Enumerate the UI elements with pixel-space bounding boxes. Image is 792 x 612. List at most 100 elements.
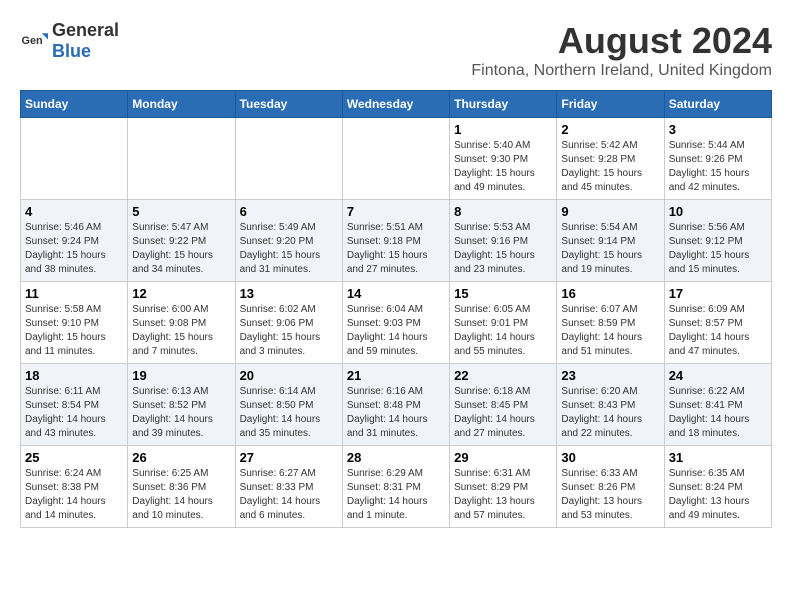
day-number: 20: [240, 368, 338, 383]
calendar-cell: 2 Sunrise: 5:42 AM Sunset: 9:28 PM Daylig…: [557, 118, 664, 200]
day-number: 13: [240, 286, 338, 301]
week-row-1: 1 Sunrise: 5:40 AM Sunset: 9:30 PM Daylig…: [21, 118, 772, 200]
day-info: Sunrise: 6:04 AM Sunset: 9:03 PM Dayligh…: [347, 303, 445, 359]
logo-blue: Blue: [52, 41, 91, 61]
day-info: Sunrise: 5:44 AM Sunset: 9:26 PM Dayligh…: [669, 139, 767, 195]
week-row-2: 4 Sunrise: 5:46 AM Sunset: 9:24 PM Daylig…: [21, 200, 772, 282]
calendar-cell: 22 Sunrise: 6:18 AM Sunset: 8:45 PM Dayli…: [450, 364, 557, 446]
calendar-cell: 24Sunrise: 6:22 AM Sunset: 8:41 PM Dayli…: [664, 364, 771, 446]
day-number: 19: [132, 368, 230, 383]
day-number: 12: [132, 286, 230, 301]
day-number: 27: [240, 450, 338, 465]
calendar-cell: 23 Sunrise: 6:20 AM Sunset: 8:43 PM Dayli…: [557, 364, 664, 446]
title-area: August 2024 Fintona, Northern Ireland, U…: [471, 20, 772, 80]
column-header-friday: Friday: [557, 91, 664, 118]
day-info: Sunrise: 6:18 AM Sunset: 8:45 PM Dayligh…: [454, 385, 552, 441]
calendar-cell: 6 Sunrise: 5:49 AM Sunset: 9:20 PM Daylig…: [235, 200, 342, 282]
day-info: Sunrise: 5:58 AM Sunset: 9:10 PM Dayligh…: [25, 303, 123, 359]
day-number: 16: [561, 286, 659, 301]
logo: Gen General Blue: [20, 20, 119, 62]
day-info: Sunrise: 6:11 AM Sunset: 8:54 PM Dayligh…: [25, 385, 123, 441]
main-title: August 2024: [471, 20, 772, 62]
day-number: 23: [561, 368, 659, 383]
day-info: Sunrise: 6:35 AM Sunset: 8:24 PM Dayligh…: [669, 467, 767, 523]
day-number: 28: [347, 450, 445, 465]
calendar-cell: 13 Sunrise: 6:02 AM Sunset: 9:06 PM Dayli…: [235, 282, 342, 364]
day-number: 31: [669, 450, 767, 465]
day-info: Sunrise: 5:47 AM Sunset: 9:22 PM Dayligh…: [132, 221, 230, 277]
day-number: 17: [669, 286, 767, 301]
day-info: Sunrise: 6:09 AM Sunset: 8:57 PM Dayligh…: [669, 303, 767, 359]
calendar-table: SundayMondayTuesdayWednesdayThursdayFrid…: [20, 90, 772, 528]
day-number: 5: [132, 204, 230, 219]
calendar-cell: 18 Sunrise: 6:11 AM Sunset: 8:54 PM Dayli…: [21, 364, 128, 446]
calendar-cell: [128, 118, 235, 200]
calendar-cell: 27Sunrise: 6:27 AM Sunset: 8:33 PM Dayli…: [235, 446, 342, 528]
day-number: 24: [669, 368, 767, 383]
day-info: Sunrise: 5:49 AM Sunset: 9:20 PM Dayligh…: [240, 221, 338, 277]
day-number: 2: [561, 122, 659, 137]
day-number: 10: [669, 204, 767, 219]
calendar-cell: 12Sunrise: 6:00 AM Sunset: 9:08 PM Dayli…: [128, 282, 235, 364]
day-number: 14: [347, 286, 445, 301]
calendar-cell: 10 Sunrise: 5:56 AM Sunset: 9:12 PM Dayli…: [664, 200, 771, 282]
day-number: 4: [25, 204, 123, 219]
day-number: 25: [25, 450, 123, 465]
day-number: 21: [347, 368, 445, 383]
day-number: 26: [132, 450, 230, 465]
day-info: Sunrise: 5:53 AM Sunset: 9:16 PM Dayligh…: [454, 221, 552, 277]
day-info: Sunrise: 5:54 AM Sunset: 9:14 PM Dayligh…: [561, 221, 659, 277]
day-number: 15: [454, 286, 552, 301]
day-info: Sunrise: 6:24 AM Sunset: 8:38 PM Dayligh…: [25, 467, 123, 523]
day-number: 22: [454, 368, 552, 383]
calendar-cell: 26 Sunrise: 6:25 AM Sunset: 8:36 PM Dayli…: [128, 446, 235, 528]
day-info: Sunrise: 6:02 AM Sunset: 9:06 PM Dayligh…: [240, 303, 338, 359]
calendar-cell: 3Sunrise: 5:44 AM Sunset: 9:26 PM Daylig…: [664, 118, 771, 200]
day-info: Sunrise: 6:05 AM Sunset: 9:01 PM Dayligh…: [454, 303, 552, 359]
day-info: Sunrise: 5:51 AM Sunset: 9:18 PM Dayligh…: [347, 221, 445, 277]
calendar-cell: 16 Sunrise: 6:07 AM Sunset: 8:59 PM Dayli…: [557, 282, 664, 364]
day-number: 18: [25, 368, 123, 383]
calendar-cell: 31 Sunrise: 6:35 AM Sunset: 8:24 PM Dayli…: [664, 446, 771, 528]
calendar-cell: 9 Sunrise: 5:54 AM Sunset: 9:14 PM Daylig…: [557, 200, 664, 282]
calendar-cell: 25 Sunrise: 6:24 AM Sunset: 8:38 PM Dayli…: [21, 446, 128, 528]
calendar-header-row: SundayMondayTuesdayWednesdayThursdayFrid…: [21, 91, 772, 118]
day-number: 11: [25, 286, 123, 301]
column-header-sunday: Sunday: [21, 91, 128, 118]
day-info: Sunrise: 5:46 AM Sunset: 9:24 PM Dayligh…: [25, 221, 123, 277]
column-header-thursday: Thursday: [450, 91, 557, 118]
day-number: 6: [240, 204, 338, 219]
week-row-3: 11 Sunrise: 5:58 AM Sunset: 9:10 PM Dayli…: [21, 282, 772, 364]
calendar-cell: 29Sunrise: 6:31 AM Sunset: 8:29 PM Dayli…: [450, 446, 557, 528]
day-info: Sunrise: 6:20 AM Sunset: 8:43 PM Dayligh…: [561, 385, 659, 441]
day-info: Sunrise: 6:07 AM Sunset: 8:59 PM Dayligh…: [561, 303, 659, 359]
day-info: Sunrise: 6:14 AM Sunset: 8:50 PM Dayligh…: [240, 385, 338, 441]
calendar-cell: 20 Sunrise: 6:14 AM Sunset: 8:50 PM Dayli…: [235, 364, 342, 446]
column-header-tuesday: Tuesday: [235, 91, 342, 118]
day-info: Sunrise: 6:31 AM Sunset: 8:29 PM Dayligh…: [454, 467, 552, 523]
day-info: Sunrise: 6:29 AM Sunset: 8:31 PM Dayligh…: [347, 467, 445, 523]
calendar-cell: 8Sunrise: 5:53 AM Sunset: 9:16 PM Daylig…: [450, 200, 557, 282]
calendar-cell: 19 Sunrise: 6:13 AM Sunset: 8:52 PM Dayli…: [128, 364, 235, 446]
day-info: Sunrise: 6:33 AM Sunset: 8:26 PM Dayligh…: [561, 467, 659, 523]
logo-general: General: [52, 20, 119, 40]
calendar-cell: [21, 118, 128, 200]
day-number: 30: [561, 450, 659, 465]
calendar-cell: [342, 118, 449, 200]
day-number: 7: [347, 204, 445, 219]
subtitle: Fintona, Northern Ireland, United Kingdo…: [471, 62, 772, 80]
day-info: Sunrise: 6:13 AM Sunset: 8:52 PM Dayligh…: [132, 385, 230, 441]
calendar-cell: 30 Sunrise: 6:33 AM Sunset: 8:26 PM Dayli…: [557, 446, 664, 528]
calendar-cell: 5 Sunrise: 5:47 AM Sunset: 9:22 PM Daylig…: [128, 200, 235, 282]
calendar-cell: 17 Sunrise: 6:09 AM Sunset: 8:57 PM Dayli…: [664, 282, 771, 364]
day-info: Sunrise: 5:42 AM Sunset: 9:28 PM Dayligh…: [561, 139, 659, 195]
calendar-cell: 28 Sunrise: 6:29 AM Sunset: 8:31 PM Dayli…: [342, 446, 449, 528]
column-header-saturday: Saturday: [664, 91, 771, 118]
day-number: 9: [561, 204, 659, 219]
day-info: Sunrise: 5:40 AM Sunset: 9:30 PM Dayligh…: [454, 139, 552, 195]
day-number: 1: [454, 122, 552, 137]
calendar-cell: 11 Sunrise: 5:58 AM Sunset: 9:10 PM Dayli…: [21, 282, 128, 364]
day-info: Sunrise: 5:56 AM Sunset: 9:12 PM Dayligh…: [669, 221, 767, 277]
calendar-cell: 21Sunrise: 6:16 AM Sunset: 8:48 PM Dayli…: [342, 364, 449, 446]
day-info: Sunrise: 6:25 AM Sunset: 8:36 PM Dayligh…: [132, 467, 230, 523]
